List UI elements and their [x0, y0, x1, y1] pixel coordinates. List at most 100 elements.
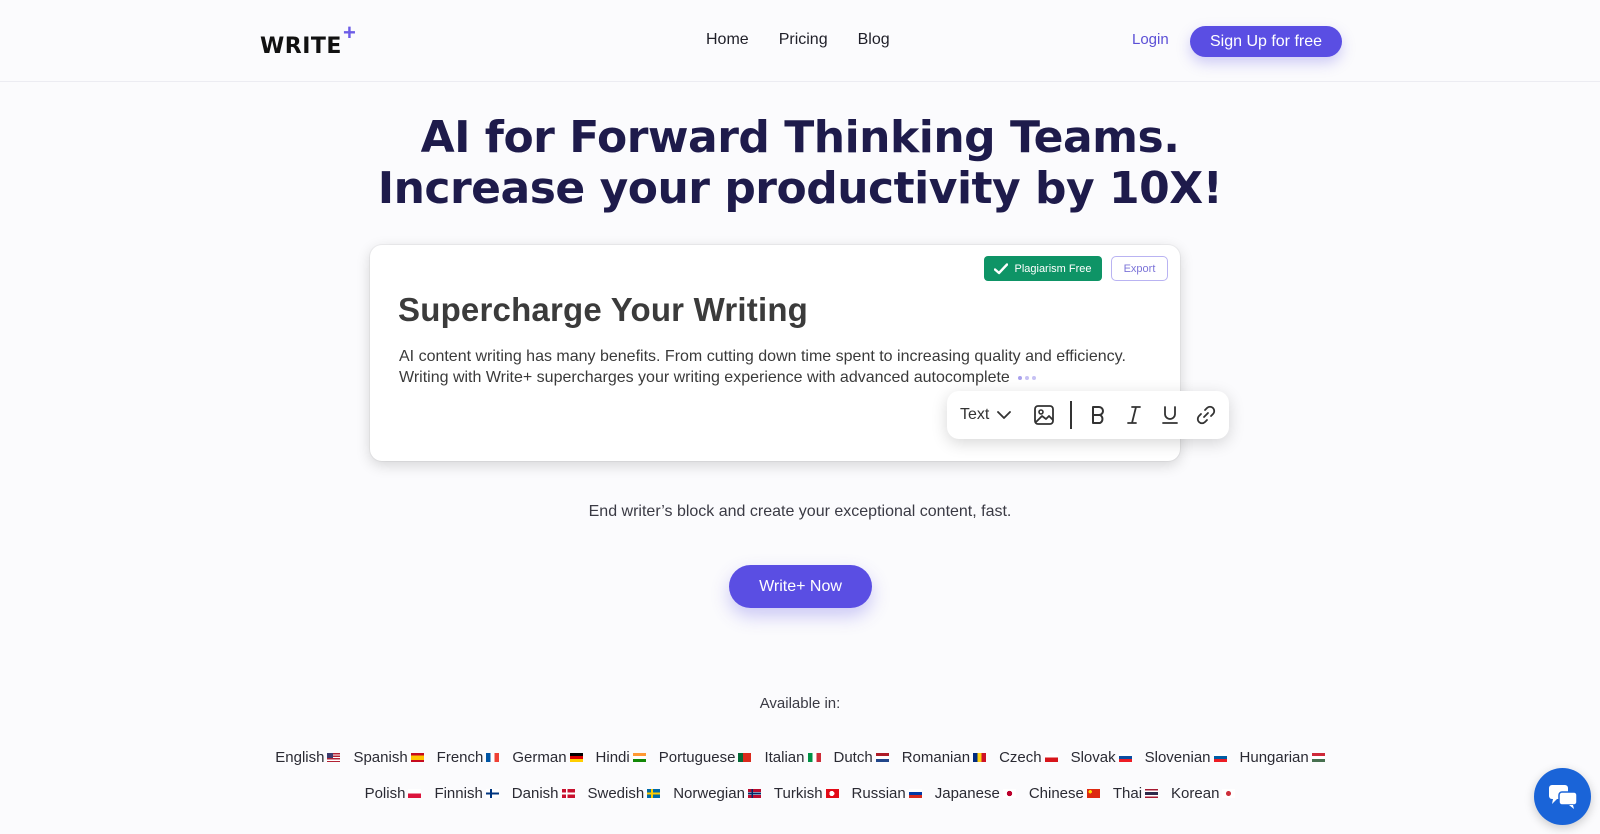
- flag-pt-icon: [738, 753, 752, 762]
- language-item: Dutch: [834, 749, 889, 766]
- nav-pricing[interactable]: Pricing: [779, 31, 828, 49]
- logo-text: WRITE: [260, 34, 342, 59]
- plagiarism-free-label: Plagiarism Free: [1014, 262, 1092, 275]
- language-item: Swedish: [588, 785, 661, 802]
- flag-de-icon: [569, 753, 583, 762]
- link-icon[interactable]: [1195, 404, 1217, 426]
- flag-hu-icon: [1311, 753, 1325, 762]
- language-label: Thai: [1112, 785, 1143, 802]
- language-label: Slovak: [1070, 749, 1116, 766]
- language-item: Czech: [999, 749, 1058, 766]
- flag-th-icon: [1145, 789, 1159, 798]
- logo-plus-icon: +: [342, 20, 356, 45]
- language-item: English: [275, 749, 341, 766]
- main-nav: Home Pricing Blog: [706, 31, 890, 49]
- language-item: Hindi: [596, 749, 646, 766]
- language-item: Korean: [1171, 785, 1236, 802]
- chat-widget-button[interactable]: [1534, 768, 1591, 825]
- image-icon[interactable]: [1033, 404, 1055, 426]
- language-label: Japanese: [934, 785, 1000, 802]
- language-label: Hungarian: [1239, 749, 1309, 766]
- bold-icon[interactable]: [1087, 404, 1109, 426]
- italic-icon[interactable]: [1123, 404, 1145, 426]
- language-item: Spanish: [353, 749, 424, 766]
- underline-icon[interactable]: [1159, 404, 1181, 426]
- language-label: Norwegian: [673, 785, 745, 802]
- nav-home[interactable]: Home: [706, 31, 749, 49]
- language-item: Turkish: [774, 785, 839, 802]
- flag-ro-icon: [973, 753, 987, 762]
- language-label: Slovenian: [1144, 749, 1211, 766]
- flag-se-icon: [647, 789, 661, 798]
- flag-in-icon: [632, 753, 646, 762]
- text-style-dropdown[interactable]: Text: [960, 406, 1012, 424]
- logo[interactable]: WRITE +: [260, 22, 356, 59]
- language-label: Swedish: [587, 785, 645, 802]
- available-in-label: Available in:: [759, 695, 841, 712]
- flag-fi-icon: [485, 789, 499, 798]
- editor-body: AI content writing has many benefits. Fr…: [399, 346, 1159, 388]
- write-now-button[interactable]: Write+ Now: [729, 565, 872, 608]
- typing-indicator-icon: [1018, 375, 1037, 380]
- language-item: Japanese: [935, 785, 1016, 802]
- language-item: Norwegian: [673, 785, 761, 802]
- export-button[interactable]: Export: [1111, 256, 1168, 281]
- language-item: Finnish: [434, 785, 499, 802]
- languages-row-2: Polish Finnish Danish Swedish Norwegian Turki…: [0, 785, 1600, 802]
- language-label: Dutch: [833, 749, 873, 766]
- formatting-toolbar: Text: [947, 391, 1229, 439]
- flag-pl-icon: [408, 789, 422, 798]
- flag-us-icon: [327, 753, 341, 762]
- chat-icon: [1548, 784, 1578, 809]
- flag-fr-icon: [486, 753, 500, 762]
- hero-title-line1: AI for Forward Thinking Teams.: [420, 112, 1180, 163]
- plagiarism-free-badge: Plagiarism Free: [984, 256, 1102, 281]
- language-label: French: [436, 749, 484, 766]
- hero-title-line2: Increase your productivity by 10X!: [377, 163, 1223, 214]
- flag-es-icon: [410, 753, 424, 762]
- flag-cn-icon: [1086, 789, 1100, 798]
- language-label: Portuguese: [658, 749, 736, 766]
- language-label: Danish: [511, 785, 559, 802]
- hero-title: AI for Forward Thinking Teams. Increase …: [0, 112, 1600, 214]
- language-label: Turkish: [773, 785, 823, 802]
- text-style-label: Text: [960, 406, 990, 423]
- language-item: German: [512, 749, 583, 766]
- flag-no-icon: [747, 789, 761, 798]
- language-label: German: [512, 749, 567, 766]
- language-label: Polish: [364, 785, 406, 802]
- site-header: WRITE + Home Pricing Blog Login Sign Up …: [0, 0, 1600, 82]
- toolbar-divider: [1070, 401, 1073, 429]
- language-item: Italian: [764, 749, 821, 766]
- editor-body-line2: Writing with Write+ supercharges your wr…: [399, 369, 1010, 386]
- login-link[interactable]: Login: [1132, 31, 1169, 48]
- language-item: French: [437, 749, 500, 766]
- flag-kr-icon: [1222, 789, 1236, 798]
- check-icon: [994, 262, 1009, 274]
- language-label: Chinese: [1028, 785, 1084, 802]
- language-label: Korean: [1171, 785, 1220, 802]
- flag-tr-icon: [825, 789, 839, 798]
- language-label: Czech: [999, 749, 1042, 766]
- language-item: Slovenian: [1145, 749, 1227, 766]
- flag-sk-icon: [1118, 753, 1132, 762]
- language-item: Russian: [852, 785, 922, 802]
- language-label: Romanian: [901, 749, 971, 766]
- language-item: Slovak: [1071, 749, 1132, 766]
- language-label: Spanish: [353, 749, 408, 766]
- flag-ru-icon: [908, 789, 922, 798]
- flag-si-icon: [1213, 753, 1227, 762]
- language-item: Romanian: [901, 749, 987, 766]
- flag-dk-icon: [561, 789, 575, 798]
- language-label: English: [275, 749, 325, 766]
- signup-button[interactable]: Sign Up for free: [1190, 26, 1342, 57]
- flag-jp-icon: [1002, 789, 1016, 798]
- nav-blog[interactable]: Blog: [858, 31, 890, 49]
- language-item: Polish: [365, 785, 422, 802]
- flag-it-icon: [807, 753, 821, 762]
- language-item: Danish: [512, 785, 575, 802]
- language-item: Hungarian: [1240, 749, 1325, 766]
- flag-nl-icon: [875, 753, 889, 762]
- languages-row-1: English Spanish French German Hindi Portugues…: [0, 749, 1600, 766]
- language-label: Hindi: [595, 749, 630, 766]
